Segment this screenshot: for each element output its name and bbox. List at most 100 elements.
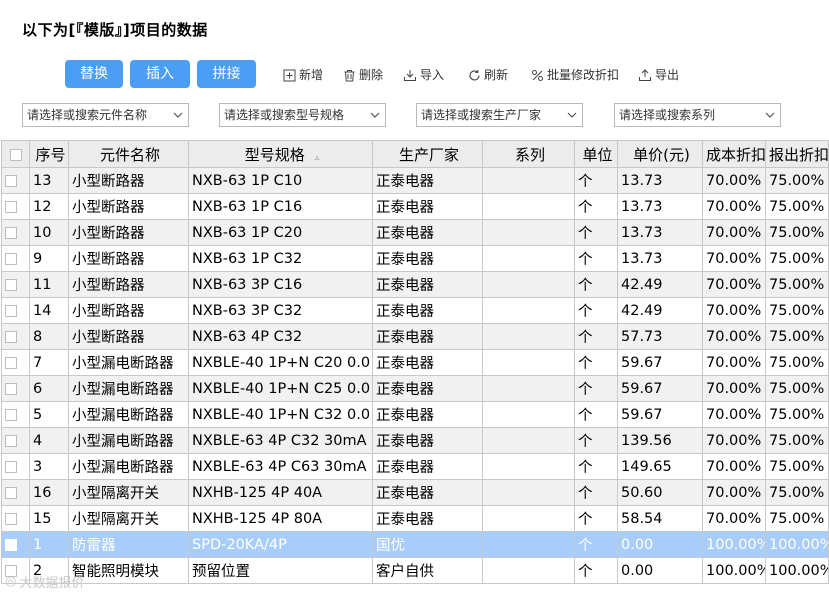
cell-no[interactable]: 13 [29,167,69,194]
cell-series[interactable] [482,271,575,298]
cell-series[interactable] [482,375,575,402]
add-button[interactable]: 新增 [283,65,323,85]
cell-series[interactable] [482,219,575,246]
table-row[interactable]: 13 小型断路器 NXB-63 1P C10 正泰电器 个 13.73 70.00% 75.0… [1,167,829,194]
cell-model[interactable]: NXHB-125 4P 40A [188,479,373,506]
cell-maker[interactable]: 正泰电器 [372,219,483,246]
cell-cost[interactable]: 70.00% [702,349,766,376]
cell-no[interactable]: 16 [29,479,69,506]
cell-cost[interactable]: 70.00% [702,427,766,454]
row-checkbox[interactable] [1,531,30,558]
series-filter-select[interactable]: 请选择或搜索系列 [614,103,781,127]
row-checkbox[interactable] [1,453,30,480]
cell-cost[interactable]: 70.00% [702,193,766,220]
table-row[interactable]: 11 小型断路器 NXB-63 3P C16 正泰电器 个 42.49 70.00% 75.0… [1,271,829,298]
cell-quote[interactable]: 100.00% [765,531,829,558]
cell-name[interactable]: 小型断路器 [68,323,189,350]
cell-price[interactable]: 58.54 [617,505,703,532]
row-checkbox[interactable] [1,271,30,298]
cell-model[interactable]: NXBLE-63 4P C32 30mA [188,427,373,454]
cell-price[interactable]: 13.73 [617,193,703,220]
cell-maker[interactable]: 正泰电器 [372,323,483,350]
cell-unit[interactable]: 个 [574,505,618,532]
cell-no[interactable]: 9 [29,245,69,272]
cell-series[interactable] [482,297,575,324]
cell-no[interactable]: 11 [29,271,69,298]
cell-maker[interactable]: 正泰电器 [372,505,483,532]
cell-model[interactable]: NXBLE-40 1P+N C32 0.0 [188,401,373,428]
cell-model[interactable]: SPD-20KA/4P [188,531,373,558]
row-checkbox[interactable] [1,479,30,506]
column-header[interactable]: 型号规格 ▵ [188,140,373,168]
cell-quote[interactable]: 75.00% [765,479,829,506]
cell-name[interactable]: 小型断路器 [68,167,189,194]
cell-unit[interactable]: 个 [574,245,618,272]
cell-model[interactable]: NXB-63 4P C32 [188,323,373,350]
table-row[interactable]: 10 小型断路器 NXB-63 1P C20 正泰电器 个 13.73 70.00% 75.0… [1,219,829,246]
cell-price[interactable]: 13.73 [617,219,703,246]
table-row[interactable]: 2 智能照明模块 预留位置 客户自供个 0.00 100.00% 100.00% [1,557,829,584]
column-header[interactable]: 序号 [29,140,69,168]
cell-model[interactable]: NXBLE-40 1P+N C20 0.0 [188,349,373,376]
maker-filter-select[interactable]: 请选择或搜索生产厂家 [416,103,583,127]
name-filter-select[interactable]: 请选择或搜索元件名称 [22,103,189,127]
cell-price[interactable]: 0.00 [617,531,703,558]
cell-maker[interactable]: 正泰电器 [372,167,483,194]
cell-name[interactable]: 小型隔离开关 [68,479,189,506]
table-row[interactable]: 9 小型断路器 NXB-63 1P C32 正泰电器 个 13.73 70.00% 75.00… [1,245,829,272]
table-row[interactable]: 7 小型漏电断路器 NXBLE-40 1P+N C20 0.0 正泰电器个 59.67 7… [1,349,829,376]
cell-name[interactable]: 小型漏电断路器 [68,349,189,376]
cell-no[interactable]: 5 [29,401,69,428]
cell-name[interactable]: 小型断路器 [68,297,189,324]
cell-quote[interactable]: 75.00% [765,375,829,402]
cell-maker[interactable]: 正泰电器 [372,453,483,480]
cell-no[interactable]: 7 [29,349,69,376]
cell-name[interactable]: 小型隔离开关 [68,505,189,532]
column-header[interactable]: 系列 [482,140,575,168]
cell-unit[interactable]: 个 [574,427,618,454]
delete-button[interactable]: 删除 [343,65,383,85]
cell-unit[interactable]: 个 [574,193,618,220]
cell-quote[interactable]: 75.00% [765,453,829,480]
cell-model[interactable]: 预留位置 [188,557,373,584]
cell-series[interactable] [482,401,575,428]
row-checkbox[interactable] [1,219,30,246]
cell-quote[interactable]: 75.00% [765,349,829,376]
row-checkbox[interactable] [1,375,30,402]
cell-maker[interactable]: 正泰电器 [372,245,483,272]
cell-cost[interactable]: 70.00% [702,453,766,480]
table-row[interactable]: 14 小型断路器 NXB-63 3P C32 正泰电器 个 42.49 70.00% 75.0… [1,297,829,324]
cell-no[interactable]: 8 [29,323,69,350]
column-header[interactable]: 单位 [574,140,618,168]
row-checkbox[interactable] [1,349,30,376]
cell-unit[interactable]: 个 [574,401,618,428]
cell-unit[interactable]: 个 [574,453,618,480]
table-row[interactable]: 1 防雷器 SPD-20KA/4P 国优个 0.00 100.00% 100.00% [1,531,829,558]
cell-no[interactable]: 4 [29,427,69,454]
cell-no[interactable]: 10 [29,219,69,246]
cell-model[interactable]: NXBLE-40 1P+N C25 0.0 [188,375,373,402]
cell-series[interactable] [482,323,575,350]
select-all-checkbox[interactable] [1,140,30,168]
cell-price[interactable]: 0.00 [617,557,703,584]
row-checkbox[interactable] [1,401,30,428]
row-checkbox[interactable] [1,505,30,532]
cell-model[interactable]: NXHB-125 4P 80A [188,505,373,532]
cell-cost[interactable]: 70.00% [702,323,766,350]
batch-discount-button[interactable]: 批量修改折扣 [531,65,619,85]
cell-price[interactable]: 59.67 [617,401,703,428]
cell-series[interactable] [482,453,575,480]
table-row[interactable]: 4 小型漏电断路器 NXBLE-63 4P C32 30mA 正泰电器个 139.56 7… [1,427,829,454]
cell-price[interactable]: 13.73 [617,167,703,194]
row-checkbox[interactable] [1,297,30,324]
cell-series[interactable] [482,167,575,194]
cell-price[interactable]: 42.49 [617,271,703,298]
table-row[interactable]: 8 小型断路器 NXB-63 4P C32 正泰电器 个 57.73 70.00% 75.00… [1,323,829,350]
cell-quote[interactable]: 75.00% [765,271,829,298]
column-header[interactable]: 生产厂家 [372,140,483,168]
cell-name[interactable]: 智能照明模块 [68,557,189,584]
row-checkbox[interactable] [1,167,30,194]
row-checkbox[interactable] [1,245,30,272]
cell-name[interactable]: 小型漏电断路器 [68,375,189,402]
cell-series[interactable] [482,193,575,220]
